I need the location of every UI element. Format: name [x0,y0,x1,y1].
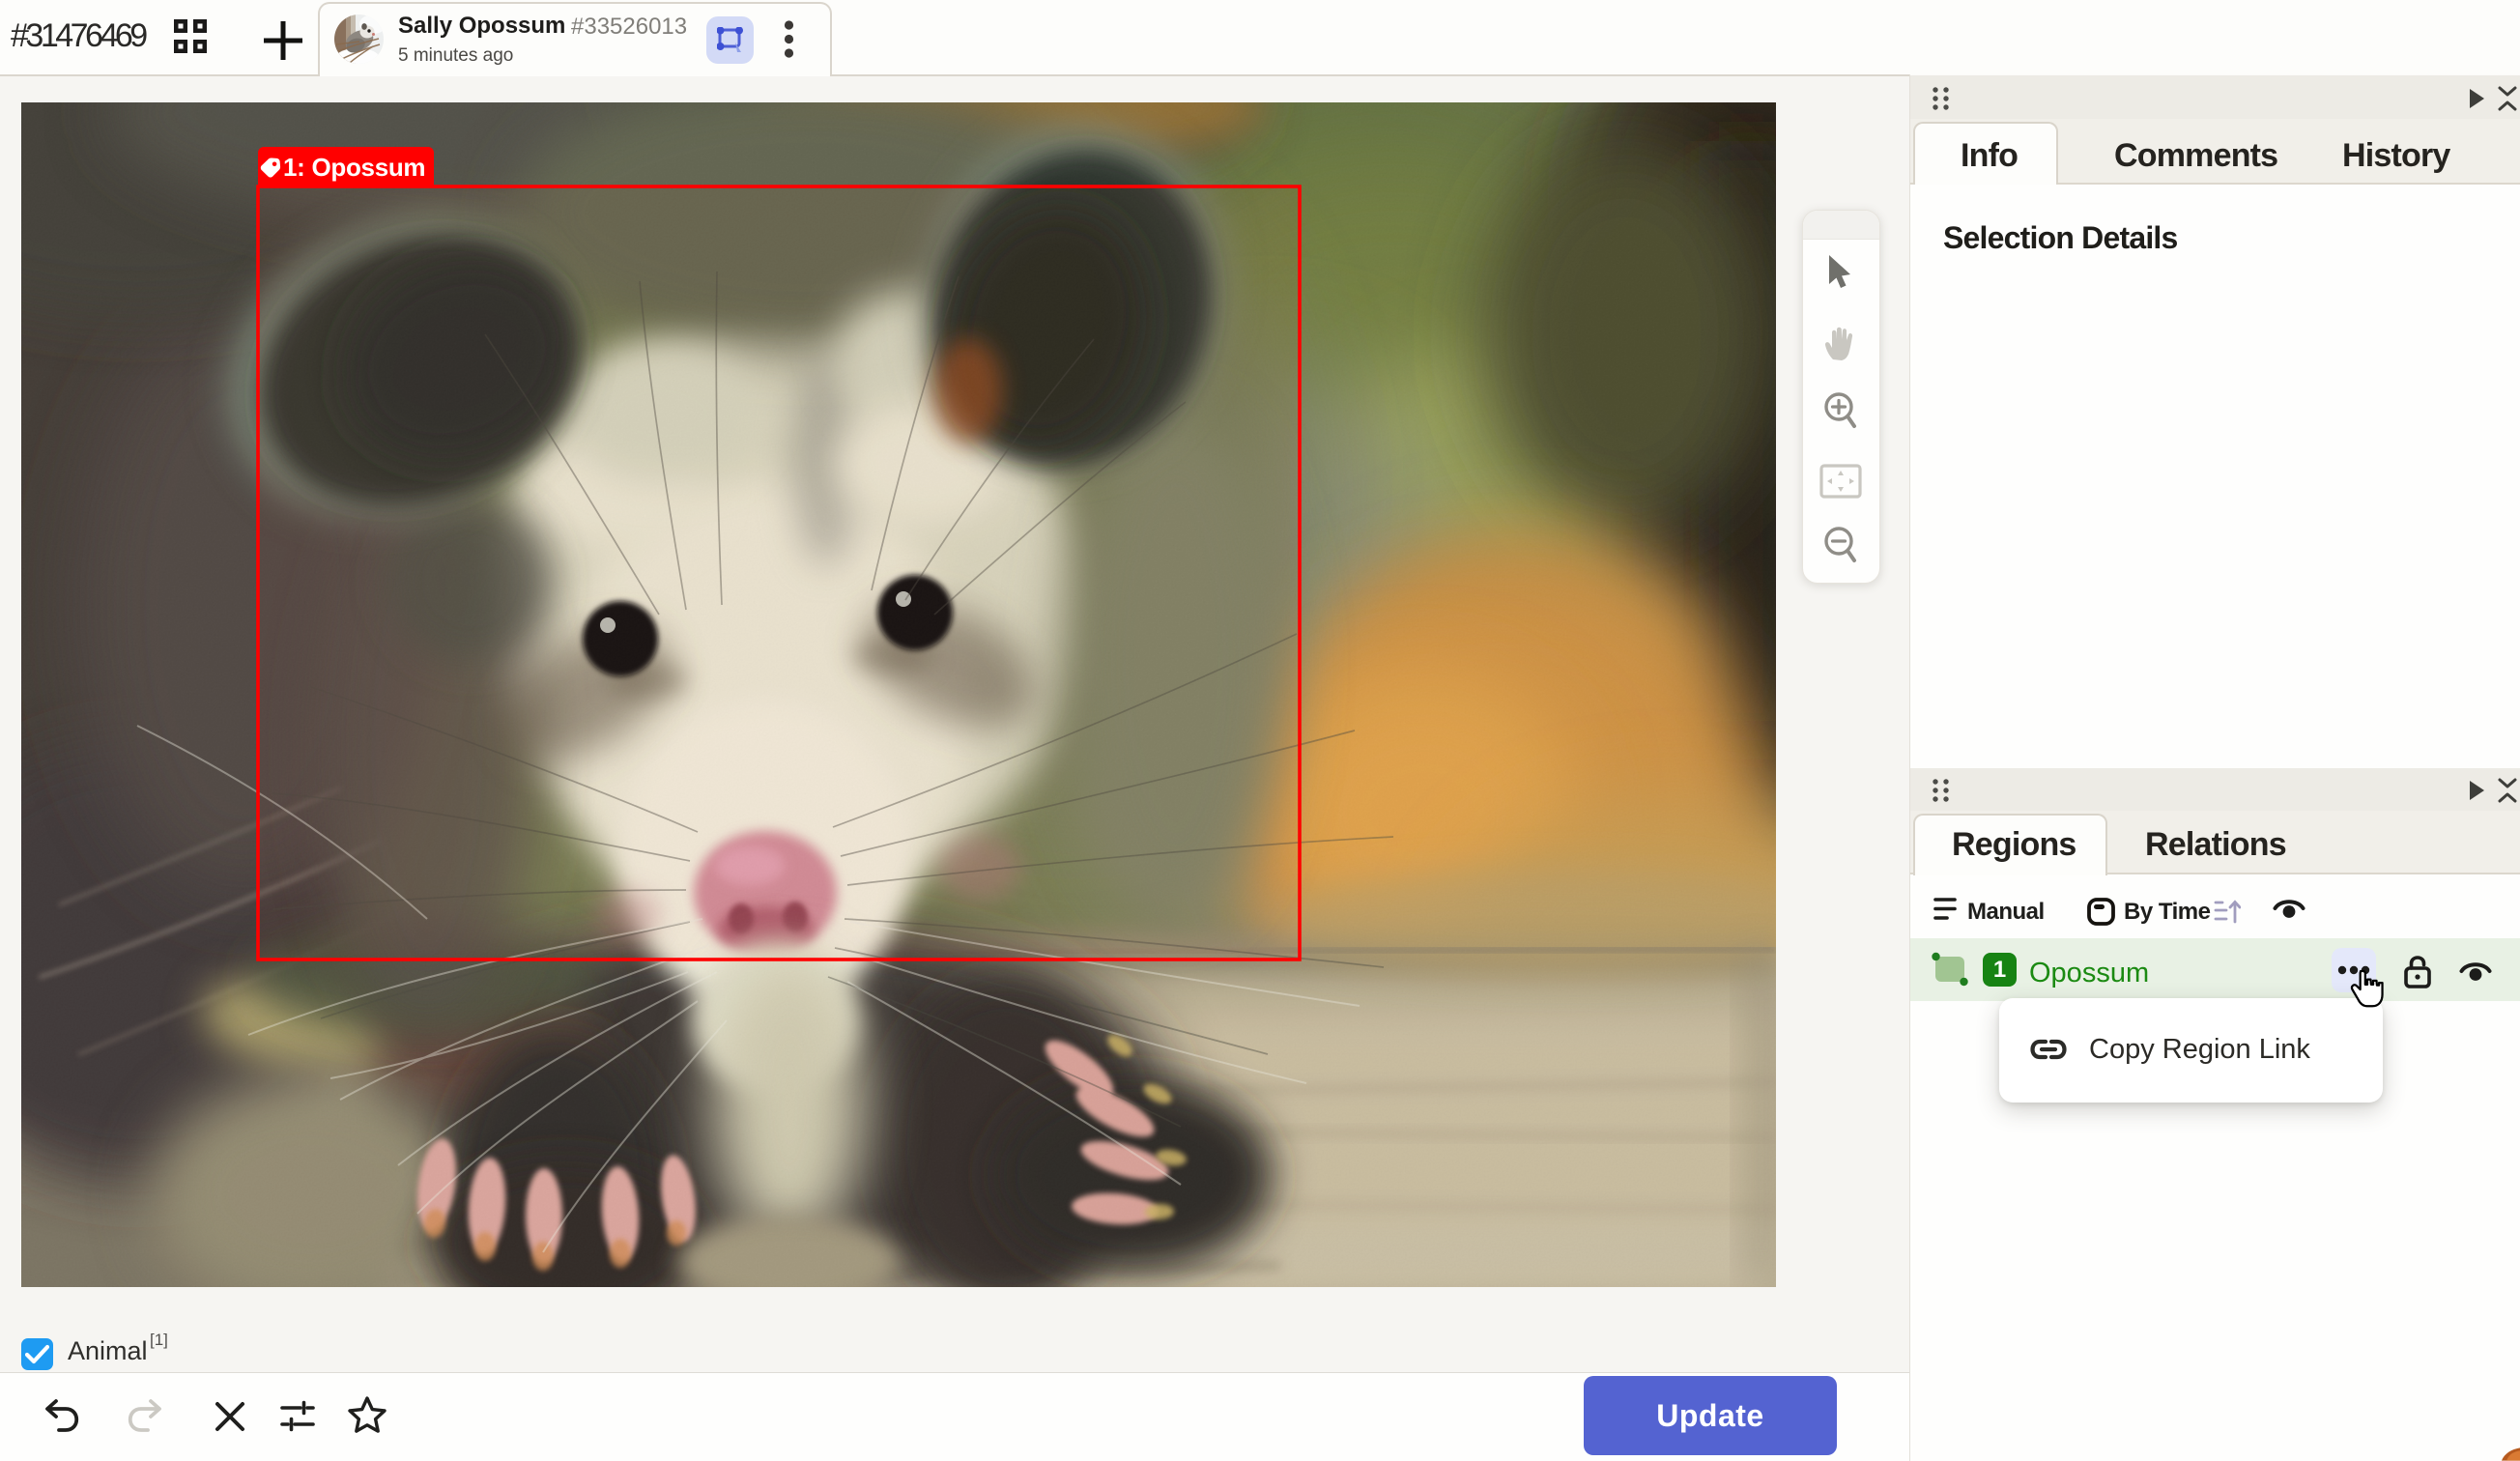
svg-text:1: Opossum: 1: Opossum [283,153,425,182]
